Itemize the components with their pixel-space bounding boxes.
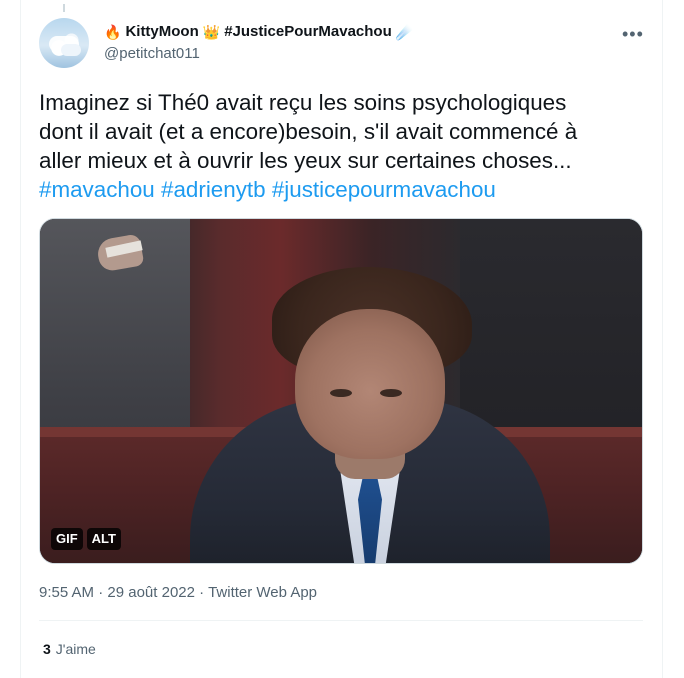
likes-count: 3 xyxy=(43,641,51,657)
alt-badge[interactable]: ALT xyxy=(86,528,121,550)
avatar-cloud xyxy=(61,44,81,56)
media-badges: GIF ALT xyxy=(51,528,121,550)
tweet-text-line: dont il avait (et a encore)besoin, s'il … xyxy=(39,119,578,144)
more-options-icon[interactable]: ••• xyxy=(622,24,644,45)
meta-separator: · xyxy=(199,584,205,601)
hashtag-link[interactable]: #adrienytb xyxy=(161,177,266,202)
gif-eye xyxy=(330,389,352,397)
gif-media[interactable]: GIF ALT xyxy=(39,218,643,564)
gif-badge: GIF xyxy=(51,528,83,550)
divider xyxy=(39,620,643,621)
fire-emoji-icon: 🔥 xyxy=(104,23,122,40)
likes-label: J'aime xyxy=(55,641,96,657)
tweet-text-line: Imaginez si Thé0 avait reçu les soins ps… xyxy=(39,90,567,115)
tweet-time: 9:55 AM xyxy=(39,584,95,601)
hashtag-link[interactable]: #mavachou xyxy=(39,177,155,202)
tweet-date: 29 août 2022 xyxy=(107,584,195,601)
tweet-text-line: aller mieux et à ouvrir les yeux sur cer… xyxy=(39,148,572,173)
avatar[interactable] xyxy=(39,18,89,68)
crown-emoji-icon: 👑 xyxy=(202,23,221,40)
author-name-row[interactable]: 🔥 KittyMoon 👑 #JusticePourMavachou ☄️ xyxy=(104,23,413,40)
comet-emoji-icon: ☄️ xyxy=(395,23,414,40)
tweet-timestamp-link[interactable]: 9:55 AM · 29 août 2022 xyxy=(39,584,195,601)
tweet-text: Imaginez si Thé0 avait reçu les soins ps… xyxy=(39,88,649,204)
hashtag-link[interactable]: #justicepourmavachou xyxy=(272,177,496,202)
thread-connector xyxy=(63,4,65,12)
meta-separator: · xyxy=(98,584,104,601)
tweet-source-link[interactable]: Twitter Web App xyxy=(208,584,317,601)
tweet-meta: 9:55 AM · 29 août 2022 · Twitter Web App xyxy=(39,584,317,601)
gif-head xyxy=(295,309,445,459)
author-handle[interactable]: @petitchat011 xyxy=(104,45,200,62)
display-name[interactable]: KittyMoon xyxy=(125,23,198,40)
display-name-hashtag[interactable]: #JusticePourMavachou xyxy=(224,23,392,40)
gif-eye xyxy=(380,389,402,397)
likes-stat[interactable]: 3 J'aime xyxy=(43,641,96,657)
hashtag-line: #mavachou #adrienytb #justicepourmavacho… xyxy=(39,175,649,204)
